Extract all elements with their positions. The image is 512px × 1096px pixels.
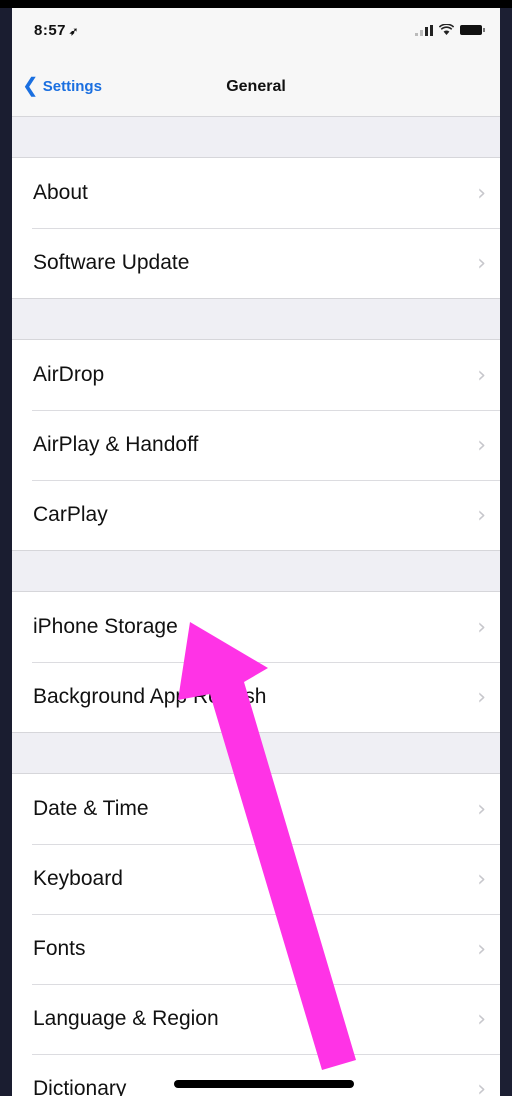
status-bar: 8:57 ➶ [12, 8, 500, 54]
row-label: iPhone Storage [33, 615, 178, 638]
settings-group-3: iPhone Storage › Background App Refresh › [12, 591, 500, 733]
row-label: Fonts [33, 937, 86, 960]
row-label: CarPlay [33, 503, 108, 526]
chevron-right-icon: › [477, 685, 486, 710]
frame-top-edge [0, 0, 512, 8]
signal-icon [415, 24, 433, 36]
status-time: 8:57 ➶ [34, 22, 79, 39]
row-label: Keyboard [33, 867, 123, 890]
row-label: Language & Region [33, 1007, 219, 1030]
section-spacer [12, 551, 500, 591]
row-about[interactable]: About › [12, 158, 500, 228]
settings-list: About › Software Update › AirDrop › AirPlay… [12, 117, 500, 1096]
chevron-right-icon: › [477, 867, 486, 892]
row-label: AirDrop [33, 363, 105, 386]
chevron-right-icon: › [477, 797, 486, 822]
navigation-bar: ❮ Settings General [12, 54, 500, 117]
settings-group-1: About › Software Update › [12, 157, 500, 299]
row-iphone-storage[interactable]: iPhone Storage › [12, 592, 500, 662]
row-date-time[interactable]: Date & Time › [12, 774, 500, 844]
chevron-right-icon: › [477, 503, 486, 528]
settings-group-2: AirDrop › AirPlay & Handoff › CarPlay › [12, 339, 500, 551]
row-label: Software Update [33, 251, 190, 274]
status-icons [415, 23, 485, 36]
status-time-text: 8:57 [34, 22, 67, 39]
row-software-update[interactable]: Software Update › [12, 228, 500, 298]
chevron-right-icon: › [477, 363, 486, 388]
phone-screen: 8:57 ➶ ❮ Settings General About › Software… [12, 0, 500, 1096]
section-spacer [12, 299, 500, 339]
row-label: AirPlay & Handoff [33, 433, 199, 456]
chevron-right-icon: › [477, 433, 486, 458]
section-spacer [12, 117, 500, 157]
row-dictionary[interactable]: Dictionary › [12, 1054, 500, 1096]
section-spacer [12, 733, 500, 773]
chevron-right-icon: › [477, 615, 486, 640]
row-label: Dictionary [33, 1077, 127, 1096]
row-label: Background App Refresh [33, 685, 267, 708]
location-icon: ➶ [69, 26, 79, 38]
row-airplay-handoff[interactable]: AirPlay & Handoff › [12, 410, 500, 480]
settings-group-4: Date & Time › Keyboard › Fonts › Language &… [12, 773, 500, 1096]
chevron-right-icon: › [477, 1007, 486, 1032]
page-title: General [226, 78, 286, 95]
chevron-right-icon: › [477, 937, 486, 962]
row-airdrop[interactable]: AirDrop › [12, 340, 500, 410]
battery-icon [460, 25, 485, 35]
row-label: Date & Time [33, 797, 149, 820]
chevron-right-icon: › [477, 181, 486, 206]
home-indicator [174, 1080, 354, 1088]
row-fonts[interactable]: Fonts › [12, 914, 500, 984]
wifi-icon [438, 23, 455, 36]
frame-left-edge [0, 0, 12, 1096]
chevron-right-icon: › [477, 251, 486, 276]
row-carplay[interactable]: CarPlay › [12, 480, 500, 550]
frame-right-edge [500, 0, 512, 1096]
row-language-region[interactable]: Language & Region › [12, 984, 500, 1054]
row-background-app-refresh[interactable]: Background App Refresh › [12, 662, 500, 732]
chevron-right-icon: › [477, 1077, 486, 1096]
row-keyboard[interactable]: Keyboard › [12, 844, 500, 914]
row-label: About [33, 181, 88, 204]
